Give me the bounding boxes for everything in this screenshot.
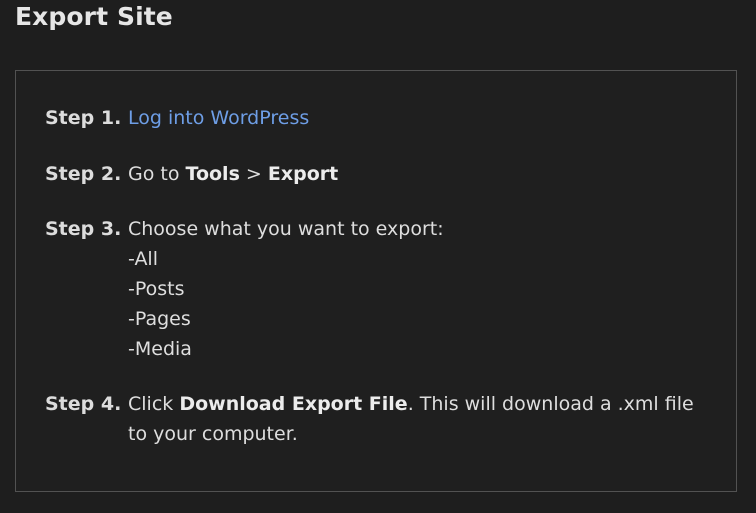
page-title: Export Site bbox=[15, 2, 173, 31]
step-4-line-1: Click Download Export File. This will do… bbox=[128, 389, 694, 419]
step-2-body: Go to Tools > Export bbox=[128, 159, 338, 189]
export-menu-name: Export bbox=[267, 163, 339, 185]
export-option-media: -Media bbox=[128, 338, 192, 360]
step-4: Step 4. Click Download Export File. This … bbox=[45, 389, 694, 449]
step-1: Step 1. Log into WordPress bbox=[45, 103, 309, 133]
log-into-wordpress-link[interactable]: Log into WordPress bbox=[128, 107, 309, 129]
step-2-text: Go to bbox=[128, 163, 186, 185]
step-4-text-before: Click bbox=[128, 393, 180, 415]
step-4-text-after: . This will download a .xml file bbox=[407, 393, 694, 415]
step-1-body: Log into WordPress bbox=[128, 103, 309, 133]
step-2-separator: > bbox=[239, 163, 268, 185]
step-2: Step 2. Go to Tools > Export bbox=[45, 159, 338, 189]
step-3-text: Choose what you want to export: bbox=[128, 218, 444, 240]
step-4-body: Click Download Export File. This will do… bbox=[128, 389, 694, 449]
download-export-file-name: Download Export File bbox=[179, 393, 408, 415]
step-3-label: Step 3. bbox=[45, 218, 122, 240]
export-option-pages: -Pages bbox=[128, 308, 191, 330]
export-option-posts: -Posts bbox=[128, 278, 185, 300]
step-3-body: Choose what you want to export: -All -Post… bbox=[128, 214, 444, 364]
export-site-page: Export Site Step 1. Log into WordPress St… bbox=[0, 0, 756, 513]
step-1-label: Step 1. bbox=[45, 107, 122, 129]
step-4-label: Step 4. bbox=[45, 393, 122, 415]
step-3: Step 3. Choose what you want to export: -A… bbox=[45, 214, 444, 364]
tools-menu-name: Tools bbox=[185, 163, 240, 185]
step-2-label: Step 2. bbox=[45, 163, 122, 185]
instructions-panel: Step 1. Log into WordPress Step 2. Go to T… bbox=[15, 70, 737, 492]
step-4-line-2: to your computer. bbox=[128, 423, 298, 445]
export-option-all: -All bbox=[128, 248, 158, 270]
